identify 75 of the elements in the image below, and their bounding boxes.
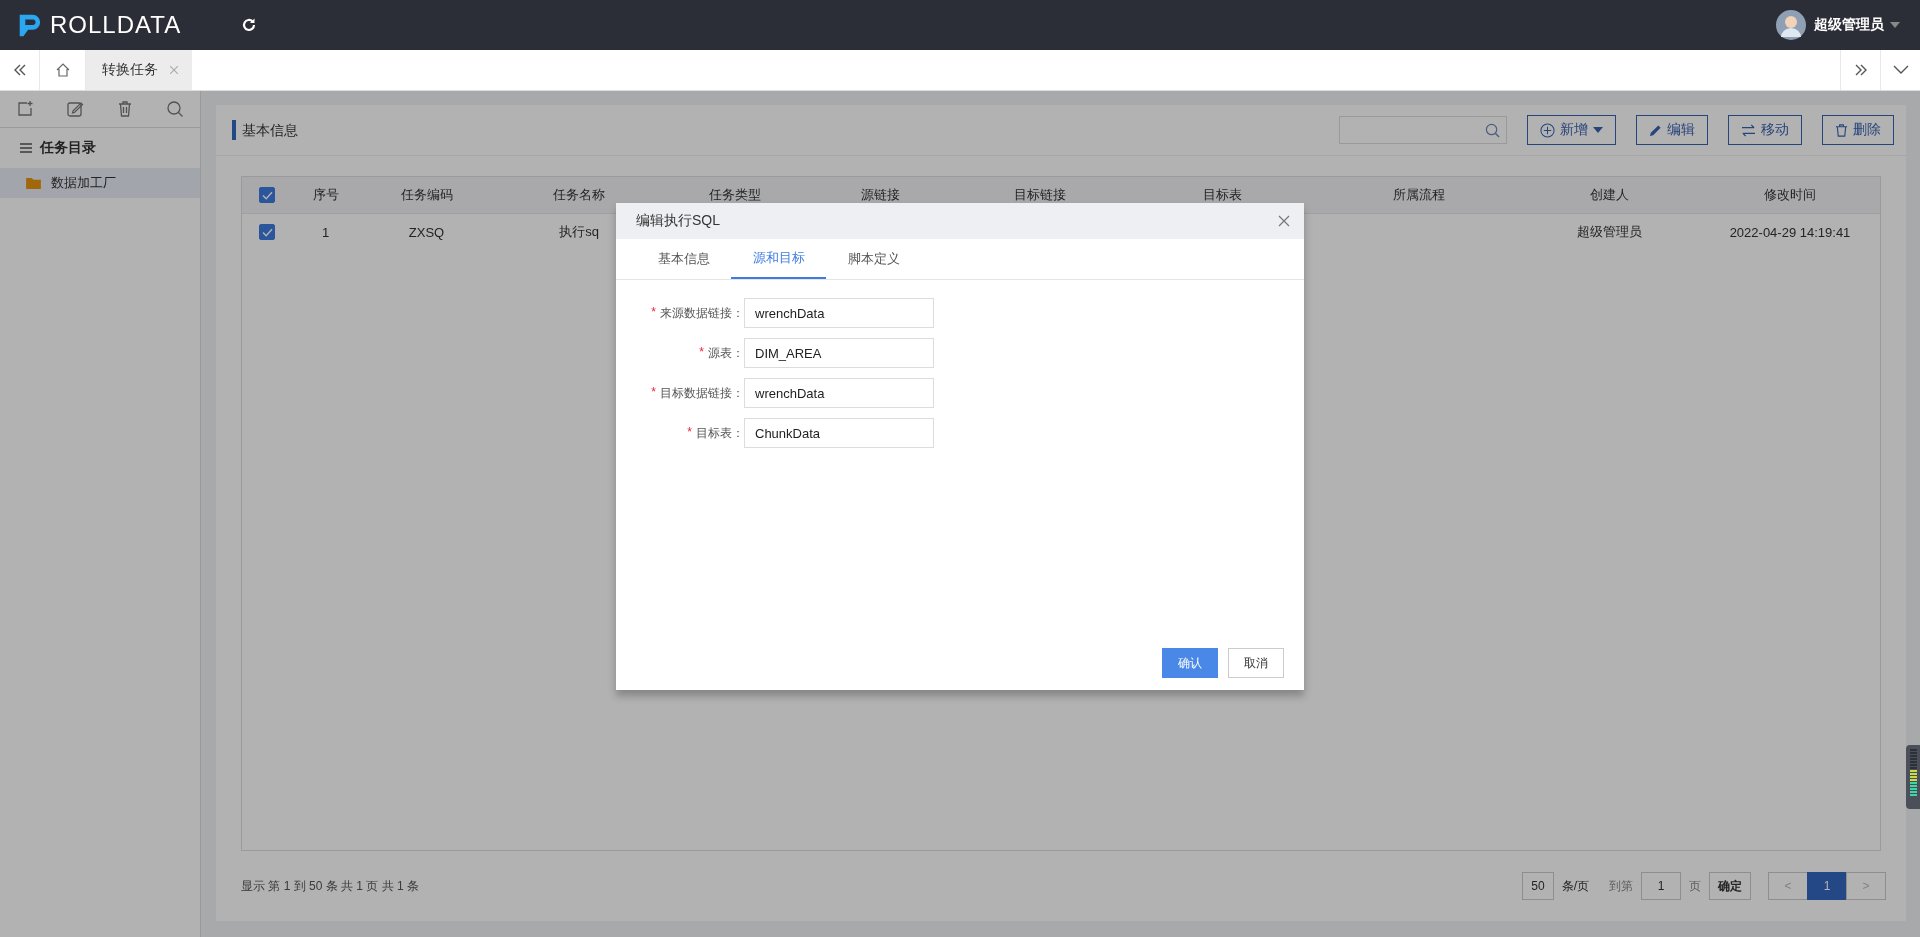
meter-widget-icon[interactable] [1906, 745, 1920, 809]
column-header: 任务类型 [709, 186, 761, 204]
search-icon[interactable] [1485, 122, 1500, 138]
edit-icon[interactable] [66, 100, 84, 118]
dialog-tab[interactable]: 基本信息 [636, 239, 731, 279]
select-all-checkbox[interactable] [259, 187, 275, 203]
goto-label: 到第 [1609, 877, 1633, 895]
row-checkbox[interactable] [259, 224, 275, 240]
input-field[interactable]: DIM_AREA [744, 338, 934, 368]
user-name[interactable]: 超级管理员 [1814, 16, 1884, 34]
chevron-down-icon [1892, 65, 1909, 75]
table-cell: 1 [321, 224, 330, 240]
close-icon[interactable] [170, 66, 178, 74]
page-size-field[interactable]: 50 [1522, 872, 1554, 900]
required-mark: * [699, 344, 704, 361]
column-header: 所属流程 [1393, 186, 1445, 204]
tree-title: 任务目录 [40, 139, 96, 157]
tree-item[interactable]: 数据加工厂 [0, 168, 200, 198]
cancel-button[interactable]: 取消 [1228, 648, 1284, 678]
field-label: 目标数据链接： [660, 384, 744, 402]
table-cell: ZXSQ [408, 224, 445, 240]
refresh-icon[interactable] [241, 17, 258, 33]
dialog-tab[interactable]: 脚本定义 [826, 239, 921, 279]
swap-arrows-icon [1741, 123, 1756, 137]
table-cell: 2022-04-29 14:19:41 [1729, 224, 1851, 240]
double-chevron-left-icon [12, 63, 27, 77]
caret-icon[interactable] [1890, 22, 1900, 28]
search-field[interactable] [1339, 116, 1507, 144]
column-header: 修改时间 [1764, 186, 1816, 204]
column-header: 源链接 [860, 186, 900, 204]
page-label: 页 [1689, 877, 1701, 895]
edit-button[interactable]: 编辑 [1636, 115, 1708, 145]
input-field[interactable]: wrenchData [744, 298, 934, 328]
field-label: 目标表： [696, 424, 744, 442]
close-icon[interactable] [1278, 215, 1290, 227]
trash-icon [1835, 123, 1848, 137]
page-size-label: 条/页 [1561, 877, 1589, 895]
page-button[interactable]: 1 [1807, 872, 1847, 900]
input-field[interactable]: ChunkData [744, 418, 934, 448]
pagination-summary: 显示 第 1 到 50 条 共 1 页 共 1 条 [241, 877, 420, 895]
double-chevron-right-icon [1853, 63, 1868, 77]
avatar-icon[interactable] [1776, 10, 1806, 40]
column-header: 创建人 [1590, 186, 1629, 204]
table-cell: 超级管理员 [1577, 223, 1642, 241]
column-header: 任务名称 [553, 186, 605, 204]
dialog-title: 编辑执行SQL [636, 212, 720, 230]
goto-confirm-button[interactable]: 确定 [1709, 872, 1751, 900]
logo-text: ROLLDATA [50, 11, 182, 39]
dialog-tab[interactable]: 源和目标 [731, 239, 826, 279]
column-header: 任务编码 [400, 186, 453, 204]
input-field[interactable]: wrenchData [744, 378, 934, 408]
column-header: 目标链接 [1013, 186, 1066, 204]
caret-icon [1593, 127, 1603, 133]
move-button[interactable]: 移动 [1728, 115, 1802, 145]
plus-circle-icon [1540, 122, 1555, 138]
search-icon[interactable] [166, 100, 184, 118]
required-mark: * [651, 384, 656, 401]
goto-page-field[interactable]: 1 [1641, 872, 1681, 900]
pencil-icon [1649, 123, 1662, 137]
trash-icon[interactable] [116, 100, 134, 118]
field-label: 源表： [708, 344, 744, 362]
menu-icon [20, 143, 32, 153]
add-button[interactable]: 新增 [1527, 115, 1616, 145]
section-title: 基本信息 [232, 120, 298, 140]
home-icon [54, 62, 71, 78]
column-header: 目标表 [1202, 186, 1242, 204]
delete-button[interactable]: 删除 [1822, 115, 1894, 145]
confirm-button[interactable]: 确认 [1162, 648, 1218, 678]
table-cell: 执行sq [559, 223, 599, 241]
required-mark: * [651, 304, 656, 321]
required-mark: * [687, 424, 692, 441]
page-tab[interactable]: 转换任务 [86, 50, 192, 90]
column-header: 序号 [312, 186, 339, 204]
folder-icon [26, 177, 41, 189]
field-label: 来源数据链接： [660, 304, 744, 322]
